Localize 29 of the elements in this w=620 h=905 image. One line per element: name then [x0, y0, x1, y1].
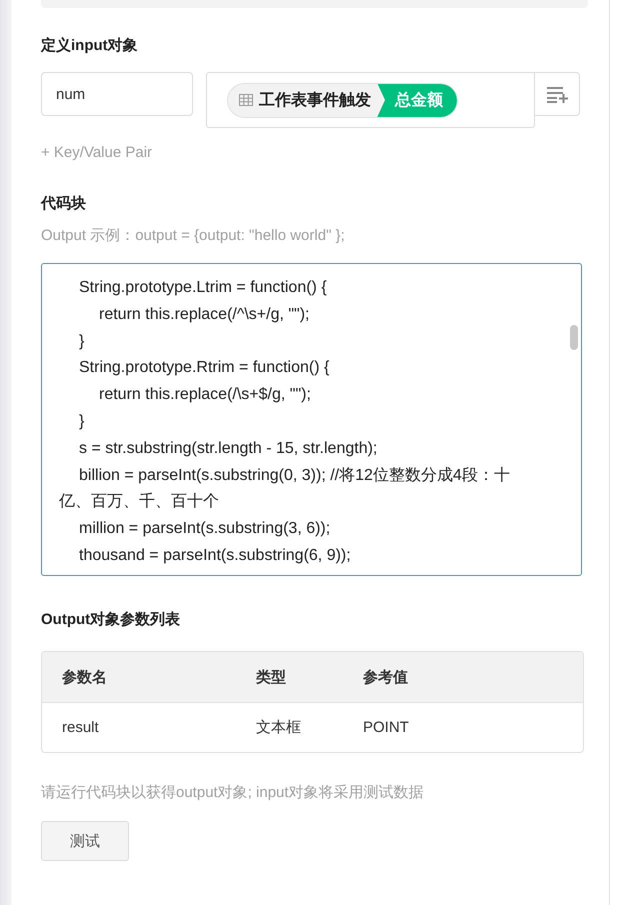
- code-line: return this.replace(/\s+$/g, "");: [98, 385, 312, 406]
- code-line: }: [78, 332, 86, 352]
- code-line: million = parseInt(s.substring(3, 6));: [78, 519, 332, 540]
- table-cell-text: result: [62, 719, 100, 736]
- code-line: String.prototype.Rtrim = function() {: [78, 358, 330, 378]
- table-icon: [239, 94, 253, 106]
- list-add-icon: [546, 86, 568, 102]
- table-cell-text: 文本框: [256, 718, 302, 737]
- column-header: 参数名: [62, 668, 108, 686]
- field-token[interactable]: 工作表事件触发 总金额: [227, 82, 458, 118]
- note-text: 请运行代码块以获得output对象; input对象将采用测试数据: [41, 783, 425, 802]
- code-line: }: [78, 412, 86, 432]
- column-header: 参考值: [363, 668, 409, 686]
- code-line: thousand = parseInt(s.substring(6, 9));: [78, 546, 352, 566]
- section-title: 代码块: [41, 194, 87, 213]
- code-line: s = str.substring(str.length - 15, str.length);: [78, 438, 378, 459]
- hint-text: Output 示例：output = {output: "hello world" };: [41, 226, 346, 245]
- code-line: String.prototype.Ltrim = function() {: [78, 278, 328, 298]
- value-field[interactable]: 工作表事件触发 总金额: [206, 72, 536, 128]
- add-field-button[interactable]: [535, 72, 580, 116]
- code-line: return this.replace(/^\s+/g, "");: [98, 304, 310, 325]
- key-field[interactable]: num: [41, 72, 193, 116]
- test-button[interactable]: 测试: [41, 821, 129, 861]
- table-cell-text: POINT: [363, 719, 410, 736]
- scrollbar-thumb[interactable]: [570, 325, 578, 350]
- code-editor[interactable]: [41, 263, 582, 576]
- column-header: 类型: [256, 668, 287, 686]
- section-title: 定义input对象: [41, 36, 139, 55]
- section-title: Output对象参数列表: [41, 610, 182, 629]
